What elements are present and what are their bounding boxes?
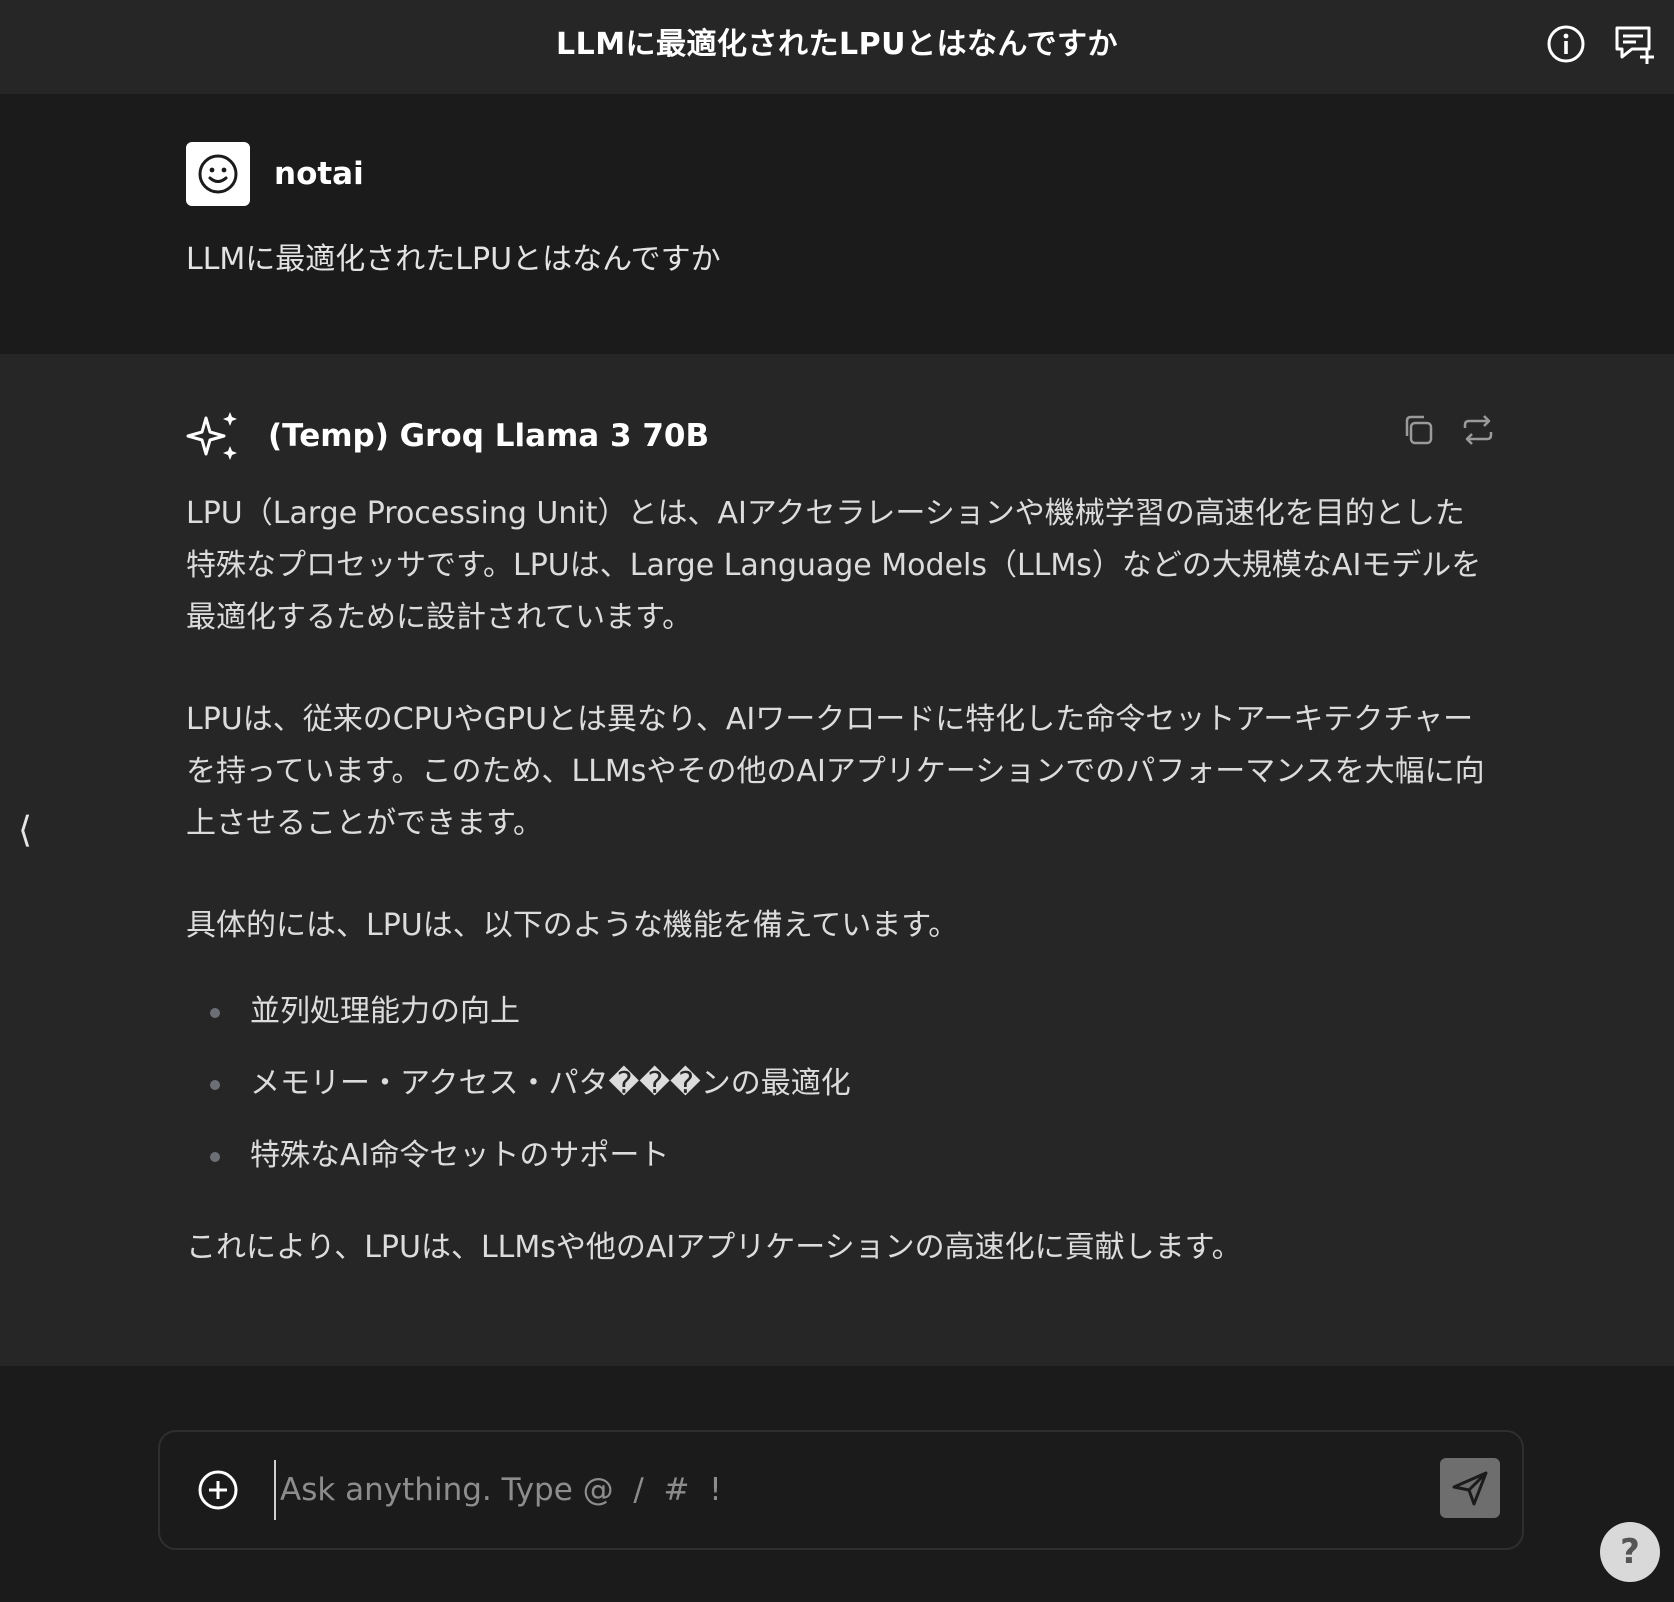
paragraph: LPUは、従来のCPUやGPUとは異なり、AIワークロードに特化した命令セットア…: [186, 702, 1485, 841]
sparkles-icon: [186, 412, 237, 460]
sidebar-toggle-button[interactable]: ⟨: [18, 810, 32, 851]
new-chat-icon[interactable]: [1612, 22, 1656, 66]
feature-list: 並列処理能力の向上 メモリー・アクセス・パタ���ンの最適化 特殊なAI命令セッ…: [186, 986, 1486, 1182]
user-message-header: notai: [186, 142, 364, 206]
user-name: notai: [274, 156, 364, 192]
send-icon: [1452, 1471, 1488, 1506]
smiley-face-icon: [198, 154, 238, 194]
regenerate-icon[interactable]: [1456, 408, 1500, 452]
user-message-text: LLMに最適化されたLPUとはなんですか: [186, 242, 721, 277]
list-item-text: メモリー・アクセス・パタ���ンの最適化: [250, 1066, 851, 1101]
page-title: LLMに最適化されたLPUとはなんですか: [555, 27, 1119, 62]
list-item-text: 並列処理能力の向上: [250, 994, 520, 1029]
send-button[interactable]: [1440, 1458, 1500, 1518]
bot-message-header: (Temp) Groq Llama 3 70B: [186, 410, 709, 462]
bullet-dot: [210, 1152, 220, 1162]
list-item: 特殊なAI命令セットのサポート: [186, 1130, 1486, 1182]
paragraph: これにより、LPUは、LLMsや他のAIアプリケーションの高速化に貢献します。: [186, 1230, 1242, 1265]
chat-input[interactable]: [274, 1460, 1354, 1520]
paragraph: 具体的には、LPUは、以下のような機能を備えています。: [186, 908, 959, 943]
message-actions: [1396, 408, 1500, 452]
bot-message-body: LPU（Large Processing Unit）とは、AIアクセラレーション…: [186, 488, 1486, 1274]
avatar: [186, 142, 250, 206]
bullet-dot: [210, 1080, 220, 1090]
message-composer: [158, 1430, 1524, 1550]
list-item: メモリー・アクセス・パタ���ンの最適化: [186, 1058, 1486, 1110]
model-name: (Temp) Groq Llama 3 70B: [268, 418, 710, 454]
list-item: 並列処理能力の向上: [186, 986, 1486, 1038]
bot-message: (Temp) Groq Llama 3 70B LPU（Large Proces…: [0, 354, 1674, 1366]
user-message: notai LLMに最適化されたLPUとはなんですか: [0, 94, 1674, 354]
bullet-dot: [210, 1008, 220, 1018]
help-button[interactable]: ?: [1600, 1522, 1660, 1582]
info-icon[interactable]: [1544, 22, 1588, 66]
list-item-text: 特殊なAI命令セットのサポート: [250, 1138, 670, 1173]
top-bar-actions: [1544, 22, 1656, 66]
paragraph: LPU（Large Processing Unit）とは、AIアクセラレーション…: [186, 496, 1482, 635]
copy-icon[interactable]: [1396, 408, 1440, 452]
top-bar: LLMに最適化されたLPUとはなんですか: [0, 0, 1674, 94]
plus-circle-icon[interactable]: [196, 1468, 240, 1512]
